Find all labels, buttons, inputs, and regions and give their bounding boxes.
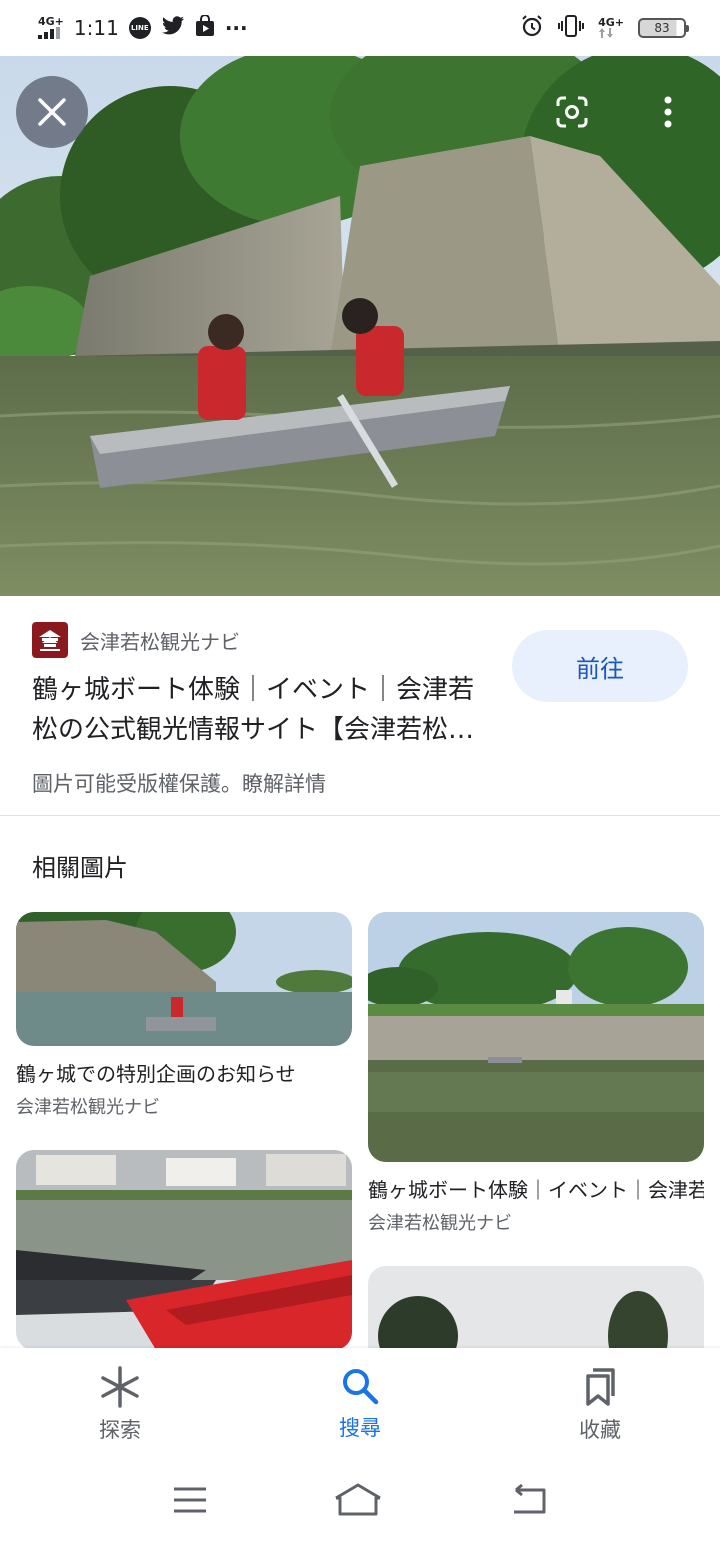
twitter-icon (161, 15, 185, 41)
line-app-icon: LINE (128, 17, 151, 39)
alarm-icon (520, 14, 544, 43)
nav-explore[interactable]: 探索 (0, 1348, 240, 1460)
status-bar: 4G+ 1:11 LINE ··· 4G+ 83 (0, 0, 720, 56)
related-card[interactable]: 鶴ヶ城ボート体験｜イベント｜会津若松の公式観光情報サイト 会津若松観光ナビ (368, 912, 704, 1235)
cellular-signal-icon: 4G+ (38, 15, 64, 39)
menu-lines-icon (174, 1487, 207, 1513)
clock: 1:11 (73, 16, 119, 40)
google-lens-icon (556, 96, 588, 128)
visit-button[interactable]: 前往 (512, 630, 688, 702)
related-thumbnail[interactable] (368, 912, 704, 1162)
home-icon (335, 1483, 381, 1516)
back-button[interactable] (508, 1483, 548, 1520)
site-favicon (32, 622, 68, 658)
nav-collections-label: 收藏 (579, 1418, 621, 1442)
recent-apps-button[interactable] (172, 1485, 208, 1519)
more-options-button[interactable] (648, 92, 688, 132)
related-thumbnail[interactable] (16, 1150, 352, 1350)
bookmarks-icon (586, 1368, 615, 1406)
related-card-source: 会津若松観光ナビ (368, 1213, 512, 1234)
castle-logo-icon (39, 630, 61, 651)
more-vert-icon (664, 96, 672, 128)
status-left: 4G+ 1:11 LINE ··· (38, 13, 248, 42)
copyright-notice[interactable]: 圖片可能受版權保護。瞭解詳情 (32, 768, 326, 798)
close-button[interactable] (16, 76, 88, 148)
related-card-title: 鶴ヶ城ボート体験｜イベント｜会津若松の公式観光情報サイト (368, 1178, 704, 1202)
battery-icon: 83 (638, 18, 689, 38)
nav-search[interactable]: 搜尋 (240, 1348, 480, 1460)
hero-image[interactable] (0, 56, 720, 596)
play-store-bag-icon (195, 13, 215, 42)
nav-collections[interactable]: 收藏 (480, 1348, 720, 1460)
network-type-label-right: 4G+ (598, 16, 624, 29)
search-icon (343, 1369, 379, 1405)
hero-photo (0, 56, 720, 596)
result-title[interactable]: 鶴ヶ城ボート体験｜イベント｜会津若松の公式観光情報サイト【会津若松観光ナビ】 (32, 670, 492, 750)
related-card[interactable] (16, 1150, 352, 1350)
network-type-label: 4G+ (38, 15, 64, 28)
cellular-data-icon: 4G+ (598, 16, 624, 38)
related-images-heading: 相關圖片 (32, 854, 128, 882)
bottom-navigation: 探索 搜尋 收藏 (0, 1348, 720, 1460)
nav-explore-label: 探索 (99, 1418, 141, 1442)
google-lens-button[interactable] (552, 92, 592, 132)
related-card-source: 会津若松観光ナビ (16, 1097, 160, 1118)
result-info: 会津若松観光ナビ 鶴ヶ城ボート体験｜イベント｜会津若松の公式観光情報サイト【会津… (0, 596, 720, 816)
status-right: 4G+ 83 (520, 14, 689, 43)
system-navigation-bar (0, 1460, 720, 1544)
related-card-title: 鶴ヶ城での特別企画のお知らせ (16, 1062, 296, 1086)
related-thumbnail[interactable] (16, 912, 352, 1046)
source-row[interactable]: 会津若松観光ナビ (32, 622, 240, 658)
asterisk-icon (101, 1366, 139, 1408)
related-card[interactable]: 鶴ヶ城での特別企画のお知らせ 会津若松観光ナビ (16, 912, 352, 1119)
nav-search-label: 搜尋 (339, 1416, 381, 1440)
vibrate-icon (558, 14, 585, 42)
home-button[interactable] (333, 1482, 383, 1522)
more-notifications-icon: ··· (224, 16, 248, 40)
source-name: 会津若松観光ナビ (80, 629, 240, 654)
close-icon (38, 98, 66, 126)
back-arrow-icon (513, 1483, 546, 1514)
